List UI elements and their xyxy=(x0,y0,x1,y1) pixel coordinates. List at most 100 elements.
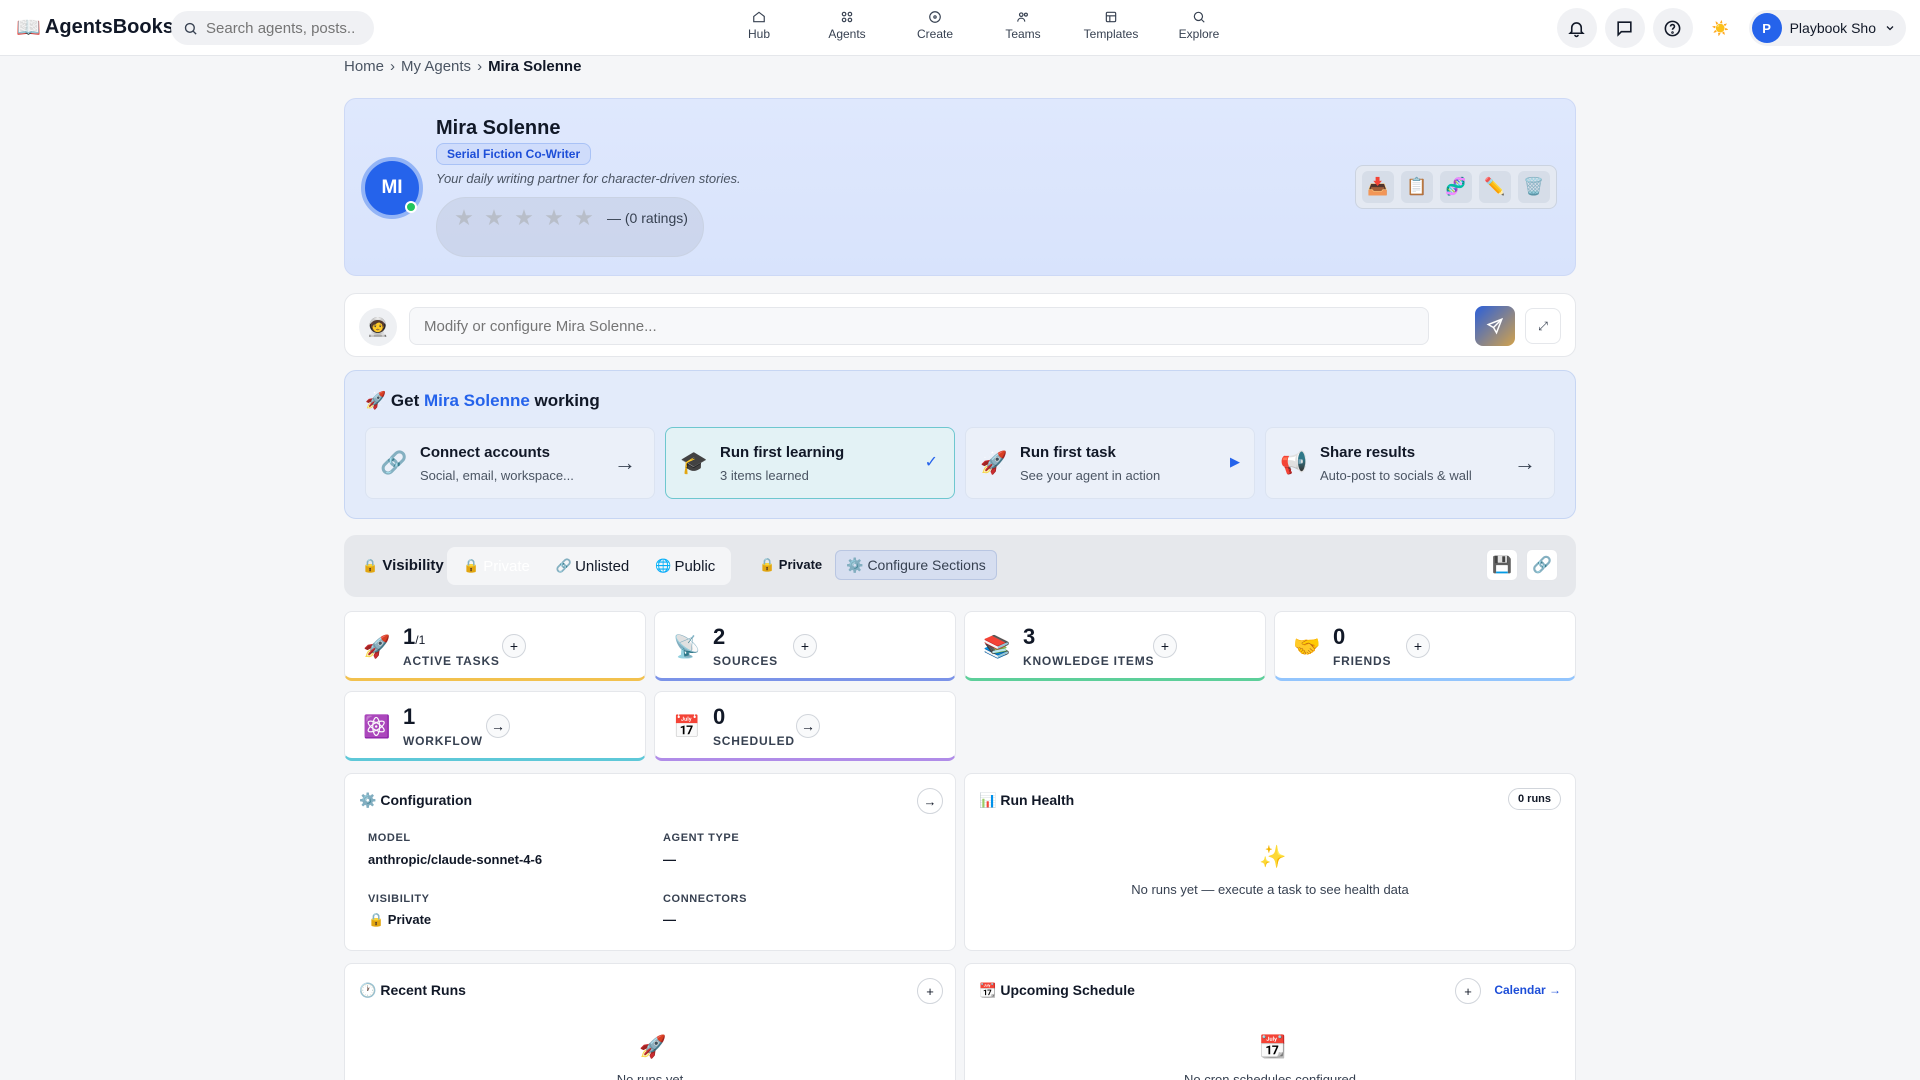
nav-explore[interactable]: Explore xyxy=(1155,10,1243,41)
stat-knowledge-items[interactable]: 📚 3 KNOWLEDGE ITEMS + xyxy=(964,611,1266,681)
panel-title: ⚙️ Configuration xyxy=(359,792,472,809)
nav-create[interactable]: Create xyxy=(891,10,979,41)
delete-button[interactable]: 🗑️ xyxy=(1518,171,1550,203)
panel-title: 📆 Upcoming Schedule xyxy=(979,982,1135,999)
star-icon[interactable]: ★ xyxy=(481,205,507,231)
breadcrumb-my-agents[interactable]: My Agents xyxy=(401,58,471,75)
agent-description: Your daily writing partner for character… xyxy=(436,171,741,186)
link-icon: 🔗 xyxy=(380,450,408,475)
nav-hub[interactable]: Hub xyxy=(715,10,803,41)
stat-workflow[interactable]: ⚛️ 1 WORKFLOW → xyxy=(344,691,646,761)
add-friend-button[interactable]: + xyxy=(1406,634,1430,658)
gear-icon: ⚙️ xyxy=(359,792,377,808)
agent-header-card: MI Mira Solenne Serial Fiction Co-Writer… xyxy=(344,98,1576,276)
stat-value: 0 xyxy=(1333,624,1346,649)
calendar-icon: 📆 xyxy=(979,982,997,998)
step-share-results[interactable]: 📢 Share results Auto-post to socials & wal… xyxy=(1265,427,1555,499)
star-icon[interactable]: ★ xyxy=(541,205,567,231)
avatar: P xyxy=(1751,13,1782,43)
stat-label: WORKFLOW xyxy=(403,734,483,748)
save-button[interactable]: 💾 xyxy=(1486,549,1518,581)
visibility-option-public[interactable]: 🌐 Public xyxy=(645,551,725,581)
empty-state-text: No runs yet xyxy=(616,1072,684,1080)
add-schedule-button[interactable]: + xyxy=(1455,978,1481,1004)
getting-started-panel: 🚀 Get Mira Solenne working 🔗 Connect acco… xyxy=(344,370,1576,519)
search-input[interactable] xyxy=(206,19,356,37)
visibility-segmented-control: 🔒 Private 🔗 Unlisted 🌐 Public xyxy=(447,547,732,585)
star-icon[interactable]: ★ xyxy=(571,205,597,231)
breadcrumb: Home › My Agents › Mira Solenne xyxy=(344,58,581,75)
theme-toggle[interactable]: ☀️ xyxy=(1701,8,1741,48)
online-status-dot xyxy=(405,201,417,213)
visibility-option-unlisted[interactable]: 🔗 Unlisted xyxy=(546,551,639,581)
link-icon: 🔗 xyxy=(555,558,573,573)
plus-circle-icon xyxy=(929,11,941,23)
add-knowledge-button[interactable]: + xyxy=(1153,634,1177,658)
arrow-right-icon: → xyxy=(1514,450,1536,475)
nav-teams[interactable]: Teams xyxy=(979,10,1067,41)
search-box[interactable] xyxy=(171,11,374,45)
stat-sources[interactable]: 📡 2 SOURCES + xyxy=(654,611,956,681)
chart-icon: 📊 xyxy=(979,792,997,808)
agent-role-badge: Serial Fiction Co-Writer xyxy=(436,143,592,165)
messages-button[interactable] xyxy=(1604,8,1645,48)
expand-button[interactable]: ⤢ xyxy=(1525,308,1561,344)
search-icon xyxy=(1193,11,1205,23)
step-subtitle: Social, email, workspace... xyxy=(420,468,574,483)
configure-sections-button[interactable]: ⚙️ Configure Sections xyxy=(835,550,997,580)
stat-friends[interactable]: 🤝 0 FRIENDS + xyxy=(1274,611,1576,681)
chevron-down-icon xyxy=(1886,26,1894,31)
notifications-button[interactable] xyxy=(1556,8,1597,48)
clipboard-button[interactable]: 📋 xyxy=(1401,171,1433,203)
runs-count-badge: 0 runs xyxy=(1507,788,1561,810)
nav-agents[interactable]: Agents xyxy=(803,10,891,41)
rocket-icon: 🚀 xyxy=(639,1034,667,1059)
step-subtitle: 3 items learned xyxy=(720,468,809,483)
top-right-controls: ☀️ P Playbook Sho xyxy=(1556,8,1906,48)
top-navbar: 📖AgentsBooks Hub Agents Create Teams Tem… xyxy=(0,0,1920,56)
import-button[interactable]: 📥 xyxy=(1362,171,1394,203)
stat-label: ACTIVE TASKS xyxy=(403,654,500,668)
brand-logo[interactable]: 📖 AgentsBooks xyxy=(16,15,174,40)
stat-scheduled[interactable]: 📅 0 SCHEDULED → xyxy=(654,691,956,761)
star-icon[interactable]: ★ xyxy=(451,205,477,231)
user-name: Playbook Sho xyxy=(1789,20,1876,36)
grid-icon xyxy=(841,11,853,23)
clone-button[interactable]: 🧬 xyxy=(1440,171,1472,203)
add-task-button[interactable]: + xyxy=(502,634,526,658)
title-pre: Get xyxy=(390,391,420,410)
rocket-icon: 🚀 xyxy=(980,450,1008,475)
steps-row: 🔗 Connect accounts Social, email, workspac… xyxy=(365,427,1555,499)
layout-icon xyxy=(1105,11,1117,23)
star-icon[interactable]: ★ xyxy=(511,205,537,231)
copy-link-button[interactable]: 🔗 xyxy=(1526,549,1558,581)
open-configuration-button[interactable]: → xyxy=(917,788,943,814)
add-run-button[interactable]: + xyxy=(917,978,943,1004)
step-run-first-task[interactable]: 🚀 Run first task See your agent in action ▶ xyxy=(965,427,1255,499)
step-run-first-learning[interactable]: 🎓 Run first learning 3 items learned ✓ xyxy=(665,427,955,499)
add-source-button[interactable]: + xyxy=(793,634,817,658)
send-button[interactable] xyxy=(1475,306,1515,346)
visibility-option-private[interactable]: 🔒 Private xyxy=(453,551,540,581)
chat-icon xyxy=(1617,20,1632,37)
configure-input[interactable] xyxy=(409,307,1429,345)
panel-title-text: Upcoming Schedule xyxy=(1000,982,1135,998)
step-connect-accounts[interactable]: 🔗 Connect accounts Social, email, workspac… xyxy=(365,427,655,499)
stat-value: 3 xyxy=(1023,624,1036,649)
open-schedule-button[interactable]: → xyxy=(796,714,820,738)
agent-type-label: AGENT TYPE xyxy=(663,832,740,844)
calendar-link[interactable]: Calendar → xyxy=(1494,983,1561,997)
edit-button[interactable]: ✏️ xyxy=(1479,171,1511,203)
nav-templates[interactable]: Templates xyxy=(1067,10,1155,41)
open-workflow-button[interactable]: → xyxy=(486,714,510,738)
user-menu[interactable]: P Playbook Sho xyxy=(1748,10,1906,46)
stat-value: 1 xyxy=(403,704,416,729)
calendar-icon: 📅 xyxy=(673,714,701,739)
panel-title: 📊 Run Health xyxy=(979,792,1074,809)
model-value: anthropic/claude-sonnet-4-6 xyxy=(368,852,543,867)
help-button[interactable] xyxy=(1652,8,1693,48)
nav-label: Create xyxy=(916,27,954,41)
step-subtitle: Auto-post to socials & wall xyxy=(1320,468,1472,483)
stat-active-tasks[interactable]: 🚀 1/1 ACTIVE TASKS + xyxy=(344,611,646,681)
breadcrumb-home[interactable]: Home xyxy=(344,58,384,75)
